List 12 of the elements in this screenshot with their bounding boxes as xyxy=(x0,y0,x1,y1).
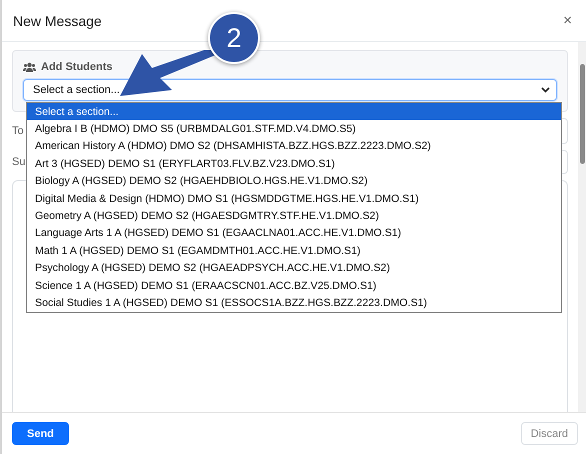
users-icon xyxy=(23,62,36,72)
field-label: Su xyxy=(12,156,24,168)
step-number-badge: 2 xyxy=(208,12,260,64)
section-select[interactable]: Select a section... xyxy=(23,79,557,101)
chevron-down-icon xyxy=(541,87,550,93)
dialog-title: New Message xyxy=(13,12,102,28)
add-students-label: Add Students xyxy=(41,61,112,73)
field-label: To xyxy=(12,125,24,137)
close-button[interactable]: × xyxy=(561,12,574,29)
dropdown-option[interactable]: Select a section... xyxy=(27,103,561,120)
scrollbar[interactable] xyxy=(578,42,586,412)
send-button[interactable]: Send xyxy=(12,422,69,445)
